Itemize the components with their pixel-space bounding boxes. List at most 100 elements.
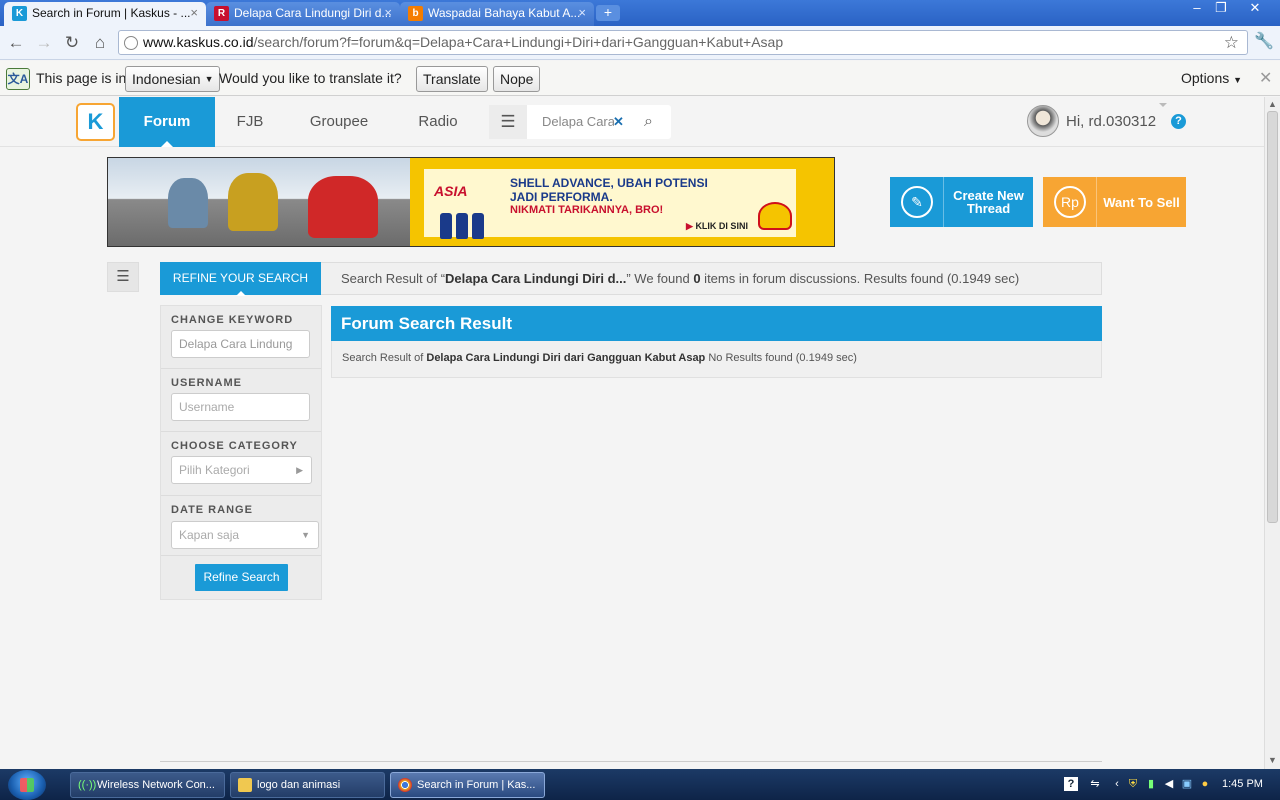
refine-search-tab[interactable]: REFINE YOUR SEARCH [160,262,321,296]
category-group: CHOOSE CATEGORY Pilih Kategori ▶ [161,432,321,496]
banner-headline: SHELL ADVANCE, UBAH POTENSI JADI PERFORM… [510,176,708,204]
keyword-input[interactable]: Delapa Cara Lindung [171,330,310,358]
folder-icon [238,778,252,792]
scroll-down-icon[interactable]: ▼ [1268,755,1277,765]
want-to-sell-button[interactable]: Rp Want To Sell [1043,177,1186,227]
tab-kaskus-search[interactable]: K Search in Forum | Kaskus - ... × [4,2,206,26]
tab-close-icon[interactable]: × [578,2,586,24]
banner-cta: ▶ KLIK DI SINI [686,221,748,232]
wrench-menu-icon[interactable]: 🔧 [1254,31,1274,51]
taskbar-clock[interactable]: 1:45 PM [1222,769,1263,800]
bookmark-star-icon[interactable]: ☆ [1224,31,1239,54]
banner-headline-1: SHELL ADVANCE, UBAH POTENSI [510,176,708,190]
scrollbar-thumb[interactable] [1267,111,1278,523]
summary-count: 0 [693,271,701,286]
url-path: /search/forum?f=forum&q=Delapa+Cara+Lind… [253,34,784,50]
kaskus-favicon-icon: K [12,6,27,21]
create-new-thread-button[interactable]: ✎ Create New Thread [890,177,1033,227]
minimize-button[interactable]: – [1184,0,1210,18]
windows-taskbar: ((·)) Wireless Network Con... logo dan a… [0,769,1280,800]
language-value: Indonesian [132,71,201,87]
nav-groupee[interactable]: Groupee [298,97,380,147]
tab-delapa-cara[interactable]: R Delapa Cara Lindungi Diri d... × [206,2,400,26]
address-bar[interactable]: www.kaskus.co.id/search/forum?f=forum&q=… [118,30,1248,55]
taskbar-label: Search in Forum | Kas... [417,779,536,791]
result-suffix: No Results found (0.1949 sec) [705,352,857,364]
category-select[interactable]: Pilih Kategori ▶ [171,456,312,484]
nav-forum[interactable]: Forum [119,97,215,147]
banner-ad-panel: ASIA SHELL ADVANCE, UBAH POTENSI JADI PE… [424,169,796,239]
oil-bottle-icon [472,213,484,239]
volume-icon[interactable]: ◀ [1162,777,1176,791]
new-tab-button[interactable]: + [596,5,620,21]
tab-title: Delapa Cara Lindungi Diri d... [234,6,392,20]
nav-radio[interactable]: Radio [404,97,472,147]
chevron-down-icon: ▼ [301,530,310,540]
url-host: www.kaskus.co.id [143,34,254,50]
banner-photo [108,158,410,246]
help-icon[interactable]: ? [1171,114,1186,129]
kaskus-logo[interactable]: K [76,103,115,141]
tab-close-icon[interactable]: × [190,2,198,24]
play-icon: ▶ [686,221,693,231]
reload-button[interactable]: ↻ [61,32,83,54]
home-button[interactable]: ⌂ [89,32,111,54]
translate-button[interactable]: Translate [416,66,488,92]
options-menu[interactable]: Options ▼ [1181,61,1242,98]
sidebar-toggle-list-icon[interactable]: ☰ [107,262,139,292]
nav-fjb[interactable]: FJB [225,97,275,147]
banner-brand: ASIA [434,183,468,199]
refine-search-button[interactable]: Refine Search [195,564,288,591]
user-menu-caret-icon[interactable] [1159,103,1167,111]
pencil-icon: ✎ [890,177,944,227]
summary-mid: ” We found [626,271,694,286]
create-thread-label: Create New Thread [953,188,1024,216]
wifi-tray-icon[interactable]: ▮ [1144,777,1158,791]
user-greeting[interactable]: Hi, rd.030312 [1066,97,1156,147]
username-input[interactable]: Username [171,393,310,421]
help-tray-icon[interactable]: ? [1064,777,1078,791]
shield-icon[interactable]: ⛨ [1126,777,1140,791]
forum-search-result-title: Forum Search Result [331,306,1102,341]
start-button[interactable] [8,770,46,800]
refine-sidebar: CHANGE KEYWORD Delapa Cara Lindung USERN… [160,305,322,600]
header-search-input[interactable]: Delapa Cara [542,105,614,139]
browser-tabstrip: K Search in Forum | Kaskus - ... × R Del… [0,0,1280,26]
date-range-value: Kapan saja [179,528,240,542]
page-scrollbar[interactable]: ▲ ▼ [1264,97,1280,769]
search-filter-list-icon[interactable]: ☰ [489,105,527,139]
taskbar-item-folder[interactable]: logo dan animasi [230,772,385,798]
search-summary: Search Result of “Delapa Cara Lindungi D… [321,262,1102,295]
want-to-sell-label: Want To Sell [1103,194,1180,210]
tab-close-icon[interactable]: × [384,2,392,24]
tab-title: Waspadai Bahaya Kabut A... [428,6,581,20]
language-select[interactable]: Indonesian ▼ [125,66,220,92]
back-button[interactable]: ← [5,32,27,54]
network-tray-icon[interactable]: ⇋ [1088,777,1102,791]
date-range-select[interactable]: Kapan saja ▼ [171,521,319,549]
user-avatar[interactable] [1027,105,1059,137]
username-label: USERNAME [171,377,242,389]
taskbar-item-chrome[interactable]: Search in Forum | Kas... [390,772,545,798]
close-window-button[interactable]: ✕ [1242,0,1268,18]
tab-waspadai[interactable]: b Waspadai Bahaya Kabut A... × [400,2,594,26]
translate-prefix: This page is in [36,70,127,86]
taskbar-item-wireless[interactable]: ((·)) Wireless Network Con... [70,772,225,798]
clear-search-icon[interactable]: ✕ [613,105,624,139]
antivirus-icon[interactable]: ● [1198,777,1212,791]
result-prefix: Search Result of [342,352,427,364]
forum-search-result-body: Search Result of Delapa Cara Lindungi Di… [331,341,1102,378]
advertisement-banner[interactable]: ASIA SHELL ADVANCE, UBAH POTENSI JADI PE… [107,157,835,247]
monitor-icon[interactable]: ▣ [1180,777,1194,791]
wifi-icon: ((·)) [78,779,97,791]
infobar-close-icon[interactable]: ✕ [1259,61,1272,96]
search-icon[interactable]: ⌕ [644,105,653,139]
show-hidden-icons-icon[interactable]: ‹ [1110,777,1124,791]
scroll-up-icon[interactable]: ▲ [1268,99,1277,109]
forward-button[interactable]: → [33,32,55,54]
restore-button[interactable]: ❐ [1208,0,1234,18]
banner-tagline: NIKMATI TARIKANNYA, BRO! [510,204,664,216]
rupiah-icon: Rp [1043,177,1097,227]
nope-button[interactable]: Nope [493,66,541,92]
globe-icon [124,36,138,50]
